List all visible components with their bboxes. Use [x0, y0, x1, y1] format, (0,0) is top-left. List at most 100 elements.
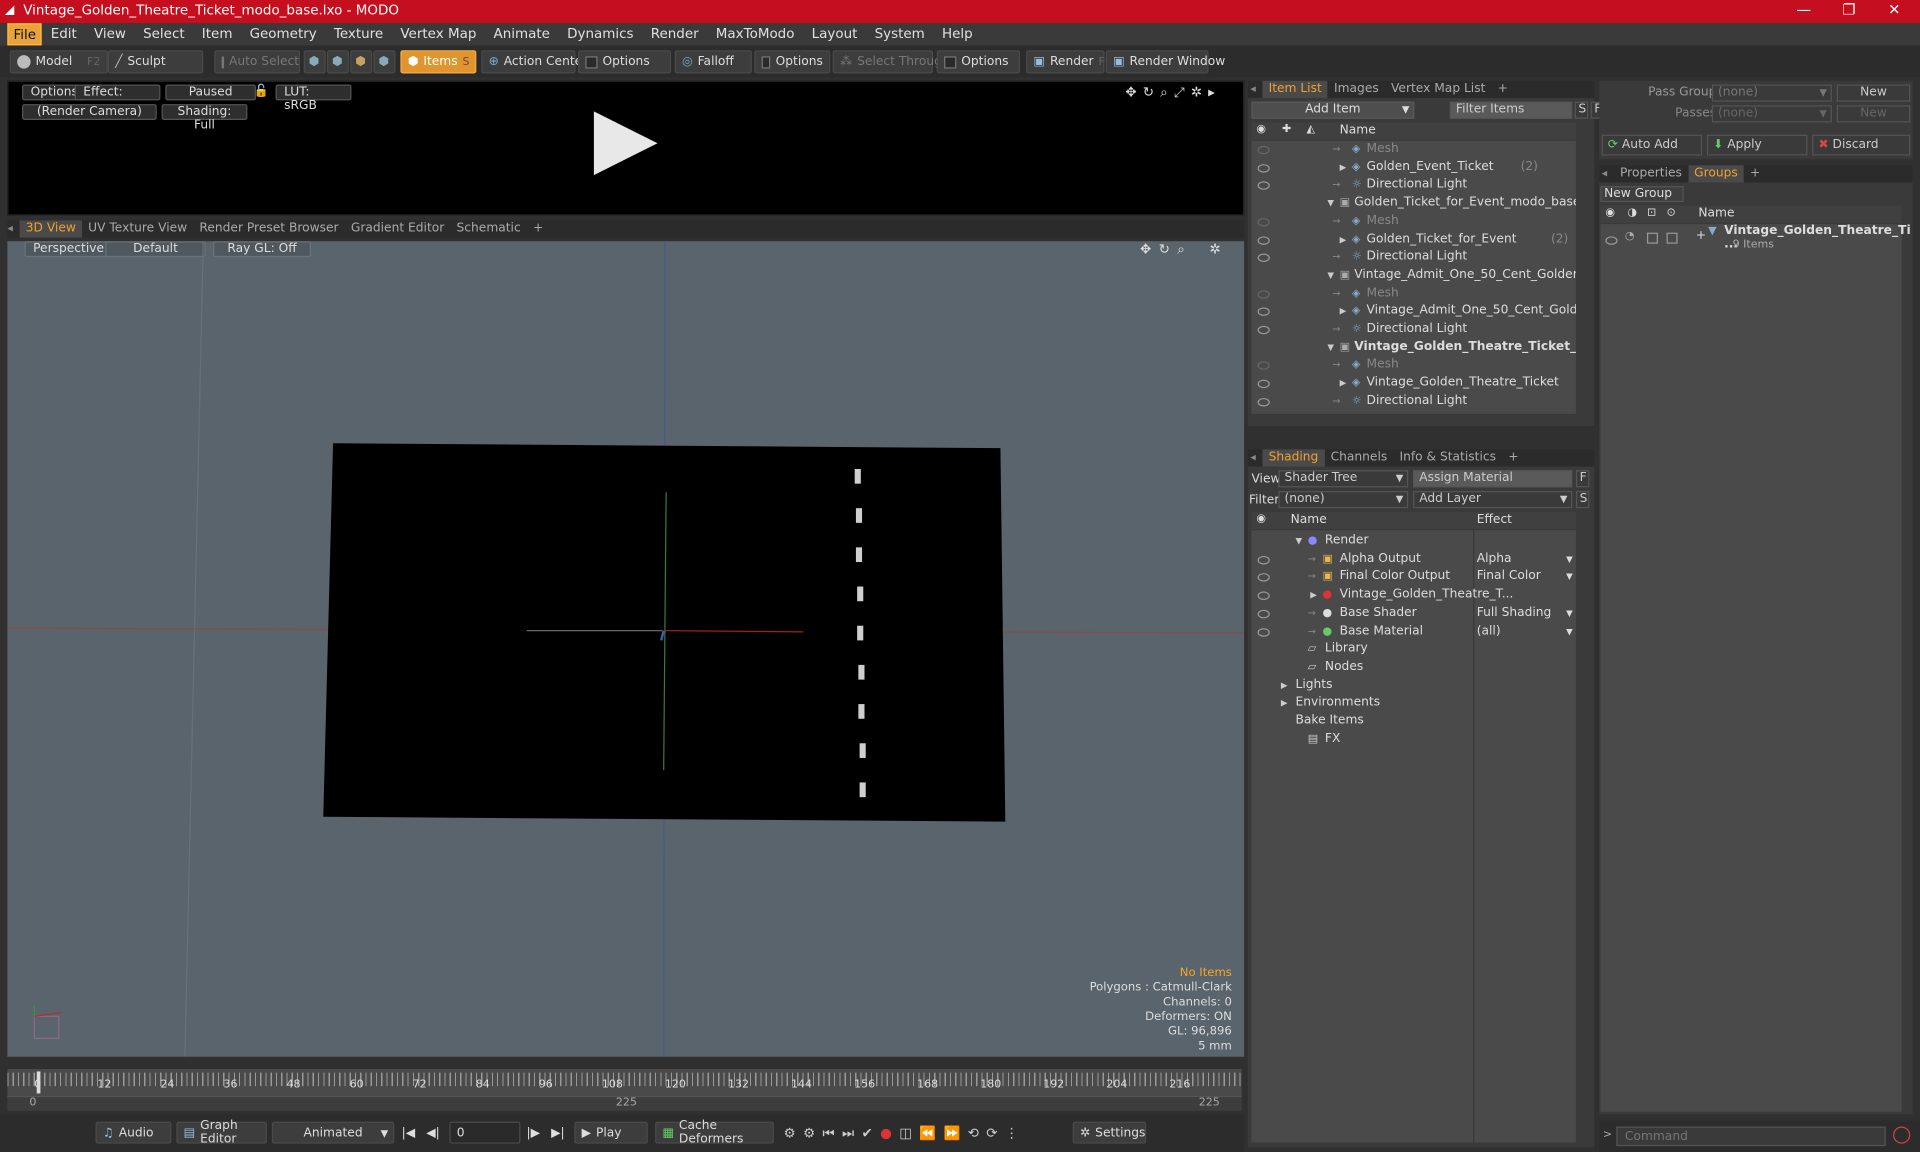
- record-icon[interactable]: ●: [880, 1125, 892, 1142]
- menu-item[interactable]: Item: [193, 23, 241, 45]
- eye-icon[interactable]: [1605, 236, 1618, 245]
- close-button[interactable]: ✕: [1876, 1, 1913, 18]
- tab-uv-texture-view[interactable]: UV Texture View: [82, 220, 193, 237]
- eye-icon[interactable]: [1257, 289, 1270, 299]
- expand-arrow-icon[interactable]: ▶: [1281, 677, 1288, 695]
- eye-icon[interactable]: [1257, 379, 1270, 389]
- zoom-icon[interactable]: ⌕: [1160, 84, 1168, 101]
- falloff-options-button[interactable]: Options: [754, 50, 831, 74]
- set-key-icon[interactable]: ✔: [862, 1125, 873, 1142]
- render-camera-dropdown[interactable]: (Render Camera): [22, 104, 157, 121]
- menu-system[interactable]: System: [866, 23, 933, 45]
- model-mode-button[interactable]: Model F2: [9, 50, 108, 74]
- view-dropdown[interactable]: Shader Tree ▼: [1278, 470, 1409, 488]
- passes-dropdown[interactable]: (none) ▼: [1711, 105, 1832, 123]
- loop-icon[interactable]: ⟲: [968, 1125, 979, 1142]
- tab-properties[interactable]: Properties: [1614, 165, 1688, 182]
- filter-items-input[interactable]: Filter Items: [1449, 101, 1573, 119]
- tab-item-list[interactable]: Item List: [1262, 80, 1328, 98]
- lut-dropdown[interactable]: LUT: sRGB: [275, 84, 352, 113]
- discard-button[interactable]: ✖ Discard: [1812, 134, 1911, 156]
- collapse-arrow-icon[interactable]: ▼: [1296, 533, 1303, 551]
- chevron-down-icon[interactable]: ▼: [1566, 605, 1573, 623]
- eye-icon[interactable]: [1257, 307, 1270, 317]
- assign-material-field[interactable]: Assign Material: [1413, 470, 1573, 488]
- menu-geometry[interactable]: Geometry: [241, 23, 325, 45]
- item-row[interactable]: → ☼ Directional Light: [1251, 249, 1575, 267]
- pass-groups-dropdown[interactable]: (none) ▼: [1711, 84, 1832, 102]
- new-pass-group-button[interactable]: New: [1836, 84, 1911, 102]
- last-frame-icon[interactable]: ▶|: [551, 1127, 565, 1140]
- eye-icon[interactable]: [1257, 235, 1270, 245]
- filter-dropdown[interactable]: (none) ▼: [1278, 491, 1409, 509]
- expand-arrow-icon[interactable]: ▶: [1340, 375, 1347, 393]
- eye-icon[interactable]: [1257, 181, 1270, 191]
- eye-icon[interactable]: [1257, 253, 1270, 263]
- settings-button[interactable]: ✲ Settings: [1072, 1121, 1147, 1144]
- eye-icon[interactable]: [1257, 217, 1270, 227]
- select-through-button[interactable]: ⁂ Select Through: [832, 50, 950, 74]
- shader-row[interactable]: → ▣ Alpha Output Alpha ▼: [1251, 551, 1575, 569]
- maximize-button[interactable]: ❐: [1831, 1, 1868, 18]
- add-tab-icon[interactable]: +: [1744, 165, 1767, 182]
- shader-row[interactable]: ▤ FX: [1251, 731, 1575, 749]
- item-row[interactable]: ▶ ◈ Vintage_Admit_One_50_Cent_Golden ...: [1251, 303, 1576, 321]
- add-layer-dropdown[interactable]: Add Layer ▼: [1413, 491, 1573, 509]
- render-preview[interactable]: Options Effect: (Shadi... Paused 🔓 LUT: …: [7, 80, 1245, 216]
- tab-channels[interactable]: Channels: [1324, 449, 1393, 466]
- eye-icon[interactable]: [1257, 555, 1270, 565]
- vertices-mode-button[interactable]: ⬢: [303, 50, 326, 74]
- shader-row[interactable]: ▼ ● Render: [1251, 533, 1575, 551]
- edges-mode-button[interactable]: ⬢: [326, 50, 349, 74]
- item-row[interactable]: → ◈ Mesh: [1251, 213, 1575, 231]
- play-button[interactable]: ▶ Play: [574, 1121, 648, 1144]
- move-icon[interactable]: ✥: [1125, 84, 1136, 101]
- cache-deformers-button[interactable]: ▦ Cache Deformers: [655, 1119, 774, 1146]
- record-command-icon[interactable]: [1893, 1126, 1911, 1144]
- effect-value[interactable]: Alpha: [1477, 551, 1512, 569]
- polygons-mode-button[interactable]: ⬢: [350, 50, 373, 74]
- item-row[interactable]: ▶ ◈ Vintage_Golden_Theatre_Ticket: [1251, 375, 1575, 393]
- range-bar[interactable]: 0 225 225: [7, 1095, 1242, 1111]
- shader-row[interactable]: ▱ Library: [1251, 641, 1575, 659]
- effect-dropdown[interactable]: Effect: (Shadi...: [74, 84, 161, 101]
- gear-icon[interactable]: ✲: [1191, 84, 1202, 101]
- eye-icon[interactable]: [1257, 627, 1270, 637]
- expand-arrow-icon[interactable]: ▶: [1310, 587, 1317, 605]
- menu-select[interactable]: Select: [135, 23, 194, 45]
- new-group-button[interactable]: New Group: [1600, 186, 1684, 203]
- eye-icon[interactable]: [1257, 145, 1270, 155]
- shading-s-button[interactable]: S: [1575, 491, 1590, 509]
- expand-arrow-icon[interactable]: ▶: [1340, 159, 1347, 177]
- chevron-down-icon[interactable]: ▼: [1566, 551, 1573, 569]
- render-button[interactable]: ▣RenderF9: [1026, 50, 1112, 74]
- shader-row[interactable]: → ▣ Final Color Output Final Color ▼: [1251, 569, 1575, 587]
- eye-icon[interactable]: [1257, 325, 1270, 335]
- tab-shading[interactable]: Shading: [1262, 449, 1325, 467]
- effect-value[interactable]: Final Color: [1477, 569, 1541, 587]
- shader-row[interactable]: ▶ Environments: [1251, 695, 1575, 713]
- chevron-down-icon[interactable]: ▼: [1566, 623, 1573, 641]
- item-row[interactable]: → ◈ Mesh: [1251, 357, 1575, 375]
- item-row[interactable]: ▶ ◈ Golden_Ticket_for_Event (2): [1251, 231, 1575, 249]
- first-frame-icon[interactable]: |◀: [402, 1127, 416, 1140]
- eye-icon[interactable]: [1257, 397, 1270, 407]
- snap-icon[interactable]: ⋮: [1005, 1125, 1018, 1142]
- group-row[interactable]: ◔ + ▼ Vintage_Golden_Theatre_Ti ... 9 It…: [1600, 224, 1911, 255]
- play-icon[interactable]: [591, 109, 660, 178]
- action-center-button[interactable]: ⊕ Action Center: [481, 50, 587, 74]
- effect-value[interactable]: Full Shading: [1477, 605, 1552, 623]
- menu-vertex-map[interactable]: Vertex Map: [392, 23, 485, 45]
- falloff-button[interactable]: ◎ Falloff: [674, 50, 752, 74]
- item-row[interactable]: ▼ ▣Vintage_Admit_One_50_Cent_Golden_Ti ..…: [1251, 267, 1576, 285]
- next-key-icon[interactable]: ⏭: [842, 1125, 854, 1142]
- menu-edit[interactable]: Edit: [42, 23, 85, 45]
- timeline[interactable]: 0 225 225 0 12 24 36 48 60 72 84 96 108 120 132 144 1…: [7, 1068, 1242, 1111]
- keyframe-icon[interactable]: ◫: [899, 1125, 912, 1142]
- shader-row[interactable]: → ● Base Material (all) ▼: [1251, 623, 1575, 641]
- step-back-icon[interactable]: ⏪: [919, 1125, 936, 1142]
- next-frame-icon[interactable]: |▶: [527, 1127, 541, 1140]
- render-toggle-icon[interactable]: ◔: [1625, 230, 1635, 242]
- tab-groups[interactable]: Groups: [1688, 165, 1744, 183]
- expand-plus-icon[interactable]: +: [1696, 229, 1706, 242]
